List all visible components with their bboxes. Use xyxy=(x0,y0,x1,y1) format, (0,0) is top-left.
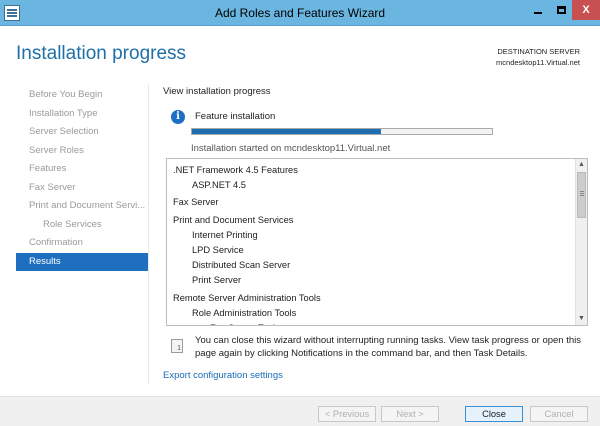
scroll-thumb[interactable] xyxy=(577,172,586,218)
feature-item: ASP.NET 4.5 xyxy=(192,180,246,191)
wizard-footer: < Previous Next > Close Cancel xyxy=(0,396,600,426)
nav-step-fax-server[interactable]: Fax Server xyxy=(16,179,148,198)
page-title: Installation progress xyxy=(16,43,187,64)
nav-step-server-selection[interactable]: Server Selection xyxy=(16,123,148,142)
nav-step-server-roles[interactable]: Server Roles xyxy=(16,142,148,161)
cancel-button[interactable]: Cancel xyxy=(530,406,588,422)
feature-item: Fax Server xyxy=(173,197,219,208)
minimize-button[interactable] xyxy=(526,0,550,20)
feature-item: Internet Printing xyxy=(192,229,258,240)
maximize-icon xyxy=(556,6,566,14)
vertical-scrollbar[interactable]: ▲ ▼ xyxy=(575,159,587,325)
progress-fill xyxy=(192,129,381,134)
feature-item: Print Server xyxy=(192,275,242,286)
close-window-button[interactable]: X xyxy=(572,0,600,20)
features-list-box[interactable]: .NET Framework 4.5 Features ASP.NET 4.5 Fa… xyxy=(166,158,588,326)
grip-icon xyxy=(580,191,584,192)
feature-item: Role Administration Tools xyxy=(192,307,297,318)
destination-server-info: DESTINATION SERVER mcndesktop11.Virtual.… xyxy=(496,46,580,68)
destination-server-name: mcndesktop11.Virtual.net xyxy=(496,58,580,67)
installation-progress-bar xyxy=(191,128,493,135)
maximize-button[interactable] xyxy=(550,0,572,20)
title-bar: Add Roles and Features Wizard X xyxy=(0,0,600,26)
feature-item: Distributed Scan Server xyxy=(192,260,291,271)
info-icon: i xyxy=(171,110,185,124)
previous-button[interactable]: < Previous xyxy=(318,406,376,422)
nav-divider xyxy=(148,84,149,384)
nav-step-print-and-document-servi[interactable]: Print and Document Servi... xyxy=(16,197,148,216)
nav-step-features[interactable]: Features xyxy=(16,160,148,179)
close-icon: X xyxy=(582,4,590,16)
installation-started-text: Installation started on mcndesktop11.Vir… xyxy=(191,143,391,154)
feature-item: Fax Server Tools xyxy=(173,321,568,325)
minimize-icon xyxy=(534,12,542,14)
nav-step-installation-type[interactable]: Installation Type xyxy=(16,105,148,124)
features-list: .NET Framework 4.5 Features ASP.NET 4.5 Fa… xyxy=(173,163,568,325)
main-panel: View installation progress i Feature ins… xyxy=(163,86,588,381)
close-button[interactable]: Close xyxy=(465,406,523,422)
feature-item: Remote Server Administration Tools xyxy=(173,292,321,303)
feature-item: Print and Document Services xyxy=(173,214,294,225)
nav-step-confirmation[interactable]: Confirmation xyxy=(16,234,148,253)
scroll-up-arrow-icon[interactable]: ▲ xyxy=(576,159,587,171)
notification-flag-icon: 1 xyxy=(171,339,183,353)
status-label: Feature installation xyxy=(195,111,276,122)
destination-label: DESTINATION SERVER xyxy=(497,47,580,56)
notification-badge: 1 xyxy=(177,345,181,352)
nav-step-results[interactable]: Results xyxy=(16,252,148,271)
window-title: Add Roles and Features Wizard xyxy=(214,6,386,20)
nav-step-role-services[interactable]: Role Services xyxy=(16,216,148,235)
feature-item: LPD Service xyxy=(192,244,244,255)
wizard-steps-nav: Before You Begin Installation Type Server … xyxy=(16,86,148,271)
export-configuration-link[interactable]: Export configuration settings xyxy=(163,370,283,381)
feature-item: .NET Framework 4.5 Features xyxy=(173,165,298,175)
note-text: You can close this wizard without interr… xyxy=(195,335,582,359)
nav-step-before-you-begin[interactable]: Before You Begin xyxy=(16,86,148,105)
scroll-down-arrow-icon[interactable]: ▼ xyxy=(576,313,587,325)
section-heading: View installation progress xyxy=(163,86,271,97)
next-button[interactable]: Next > xyxy=(381,406,439,422)
